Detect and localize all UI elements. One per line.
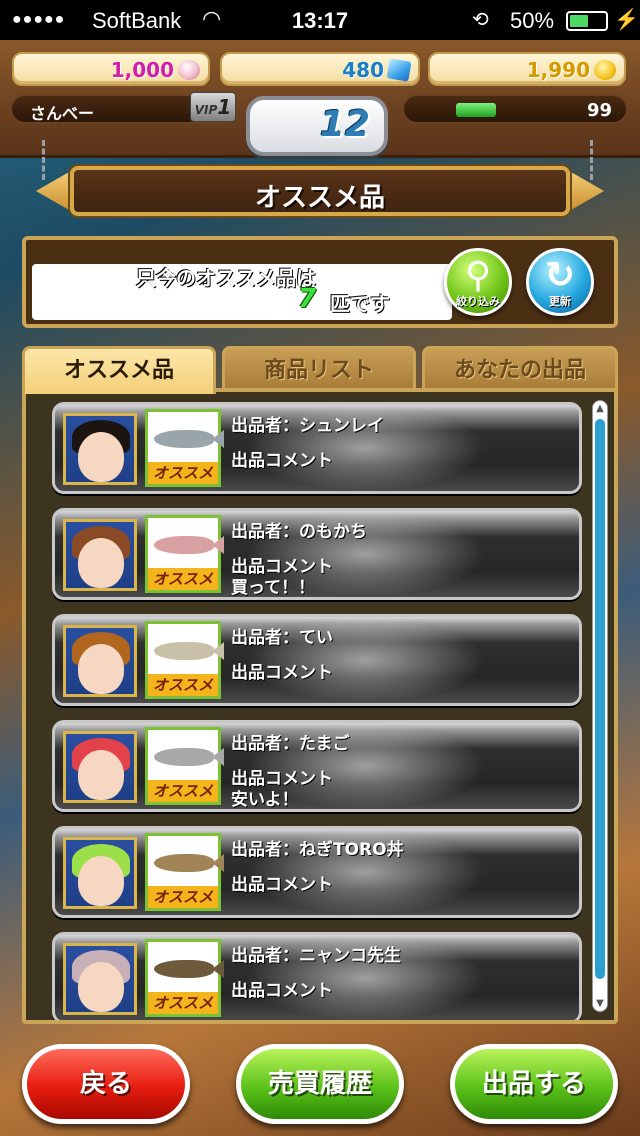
refresh-icon: ↻ [544,255,576,296]
chain-left-decoration [42,140,56,180]
refresh-label: 更新 [549,295,571,308]
scroll-down-icon[interactable]: ▼ [593,998,607,1009]
listing-comment: 出品コメント 安いよ！ [231,769,333,810]
recommend-tag: オススメ [148,886,218,908]
page-title: オススメ品 [254,183,385,213]
fish-thumbnail: オススメ [145,409,224,487]
avatar-face [78,962,124,1012]
fish-thumbnail: オススメ [145,515,224,593]
back-button[interactable]: 戻る [22,1044,190,1124]
seller-avatar [63,625,137,697]
listing-comment: 出品コメント [231,663,333,683]
gem-icon [386,58,412,82]
stamina-bar: 99 [402,94,628,124]
tab-product-list[interactable]: 商品リスト [222,346,416,392]
seller-name: 出品者：てい [231,628,333,648]
coin-counter[interactable]: 1,990 [428,52,626,86]
gem-amount: 480 [342,58,384,82]
fish-thumbnail: オススメ [145,939,224,1017]
recommend-count: 7 [298,284,317,314]
page-title-plaque: オススメ品 [70,166,570,216]
battery-percent: 50% [510,8,555,33]
seller-avatar [63,943,137,1015]
stamina-value: 99 [586,100,612,121]
listing-row[interactable]: オススメ 出品者：ニャンコ先生 出品コメント [52,932,582,1020]
coin-amount: 1,990 [526,58,590,82]
seller-avatar [63,519,137,591]
listing-row[interactable]: オススメ 出品者：たまご 出品コメント 安いよ！ [52,720,582,812]
fish-thumbnail: オススメ [145,621,224,699]
rotation-lock-icon: ⟲ [472,9,489,31]
seller-avatar [63,731,137,803]
avatar-face [78,750,124,800]
seller-avatar [63,837,137,909]
tab-your-listings[interactable]: あなたの出品 [422,346,618,392]
vip-label: VIP [194,103,218,117]
vip-badge[interactable]: VIP1 [190,92,236,122]
listing-row[interactable]: オススメ 出品者：てい 出品コメント [52,614,582,706]
sell-item-button[interactable]: 出品する [450,1044,618,1124]
avatar-face [78,432,124,482]
coin-icon [594,60,616,80]
info-text-line1: 只今のオススメ品は [136,266,316,290]
avatar-face [78,856,124,906]
fish-thumbnail: オススメ [145,727,224,805]
magnifier-icon: ⚲ [464,255,492,296]
seller-avatar [63,413,137,485]
listing-comment: 出品コメント [231,875,333,895]
scrollbar-thumb[interactable] [595,419,605,979]
seller-name: 出品者：シュンレイ [231,416,384,436]
recommend-tag: オススメ [148,992,218,1014]
pearl-counter[interactable]: 1,000 [12,52,210,86]
fish-icon [154,642,224,660]
seller-name: 出品者：ねぎTORO丼 [231,840,404,860]
battery-icon [566,11,608,31]
fish-icon [154,854,224,872]
player-level: 12 [319,104,370,145]
fish-icon [154,960,224,978]
charging-icon: ⚡ [614,9,639,31]
listing-row[interactable]: オススメ 出品者：のもかち 出品コメント 買って！！ [52,508,582,600]
list-scrollbar[interactable]: ▲ ▼ [592,400,608,1012]
seller-name: 出品者：たまご [231,734,350,754]
recommend-tag: オススメ [148,780,218,802]
seller-name: 出品者：のもかち [231,522,367,542]
level-display: 12 [246,96,388,156]
fish-icon [154,430,224,448]
pearl-amount: 1,000 [110,58,174,82]
listing-comment: 出品コメント [231,451,333,471]
refresh-button[interactable]: ↻ 更新 [526,248,594,316]
fish-icon [154,748,224,766]
recommend-tag: オススメ [148,674,218,696]
chain-right-decoration [590,140,604,180]
gem-counter[interactable]: 480 [220,52,420,86]
filter-label: 絞り込み [456,295,500,308]
stamina-meter [456,103,496,117]
filter-button[interactable]: ⚲ 絞り込み [444,248,512,316]
listing-row[interactable]: オススメ 出品者：ねぎTORO丼 出品コメント [52,826,582,918]
player-name: さんべー [30,104,95,123]
listing-list[interactable]: オススメ 出品者：シュンレイ 出品コメント オススメ 出品者：のもかち 出品コメ… [22,388,618,1024]
fish-icon [154,536,224,554]
status-bar: ●●●●● SoftBank ◠ 13:17 ⟲ 50% ⚡ [0,0,640,40]
battery-fill [570,15,588,27]
recommend-tag: オススメ [148,568,218,590]
seller-name: 出品者：ニャンコ先生 [231,946,401,966]
avatar-face [78,538,124,588]
scroll-up-icon[interactable]: ▲ [593,403,607,414]
trade-history-button[interactable]: 売買履歴 [236,1044,404,1124]
pearl-icon [178,60,200,80]
vip-level: 1 [217,95,232,119]
avatar-face [78,644,124,694]
listing-comment: 出品コメント 買って！！ [231,557,333,598]
listing-row[interactable]: オススメ 出品者：シュンレイ 出品コメント [52,402,582,494]
fish-thumbnail: オススメ [145,833,224,911]
tab-recommended[interactable]: オススメ品 [22,346,216,394]
listing-comment: 出品コメント [231,981,333,1001]
recommend-count-unit: 匹です [330,292,390,316]
recommend-info-panel: 只今のオススメ品は 7 匹です ⚲ 絞り込み ↻ 更新 [22,236,618,328]
recommend-tag: オススメ [148,462,218,484]
